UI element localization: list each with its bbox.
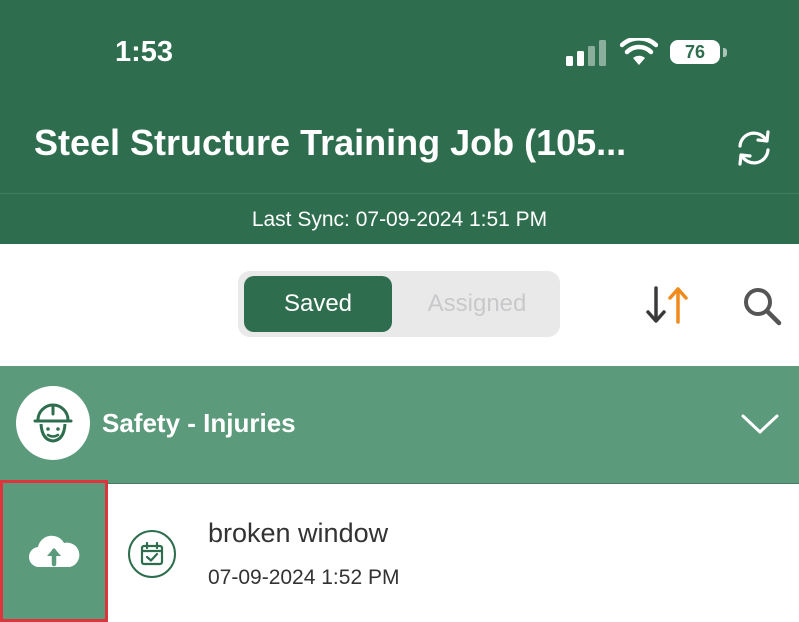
status-time: 1:53 xyxy=(115,36,174,68)
list-item[interactable] xyxy=(0,484,799,622)
sort-icon[interactable] xyxy=(642,284,692,326)
app-header: 1:53 76 Steel Structure Training Job (10… xyxy=(0,0,799,193)
last-sync-text: Last Sync: 07-09-2024 1:51 PM xyxy=(251,207,548,231)
battery-icon: 76 xyxy=(670,40,728,66)
item-type-badge xyxy=(128,530,176,578)
search-icon[interactable] xyxy=(740,284,784,328)
tab-assigned[interactable]: Assigned xyxy=(398,276,556,332)
sync-status-bar: Last Sync: 07-09-2024 1:51 PM xyxy=(0,193,799,245)
page-title: Steel Structure Training Job (105... xyxy=(34,122,627,163)
section-title: Safety - Injuries xyxy=(102,408,296,438)
refresh-icon xyxy=(738,130,770,166)
hardhat-worker-icon xyxy=(33,403,73,443)
refresh-button[interactable] xyxy=(730,124,778,172)
battery-cap xyxy=(723,48,727,57)
chevron-down-icon[interactable] xyxy=(740,408,780,438)
upload-button[interactable] xyxy=(0,480,108,622)
item-date: 07-09-2024 1:52 PM xyxy=(208,566,400,589)
tab-saved[interactable]: Saved xyxy=(244,276,392,332)
battery-level: 76 xyxy=(670,40,720,64)
section-avatar xyxy=(16,386,90,460)
calendar-check-icon xyxy=(140,541,164,566)
signal-icon xyxy=(566,40,606,66)
cloud-upload-icon xyxy=(28,535,80,568)
wifi-icon xyxy=(620,38,658,65)
item-title: broken window xyxy=(208,518,389,548)
